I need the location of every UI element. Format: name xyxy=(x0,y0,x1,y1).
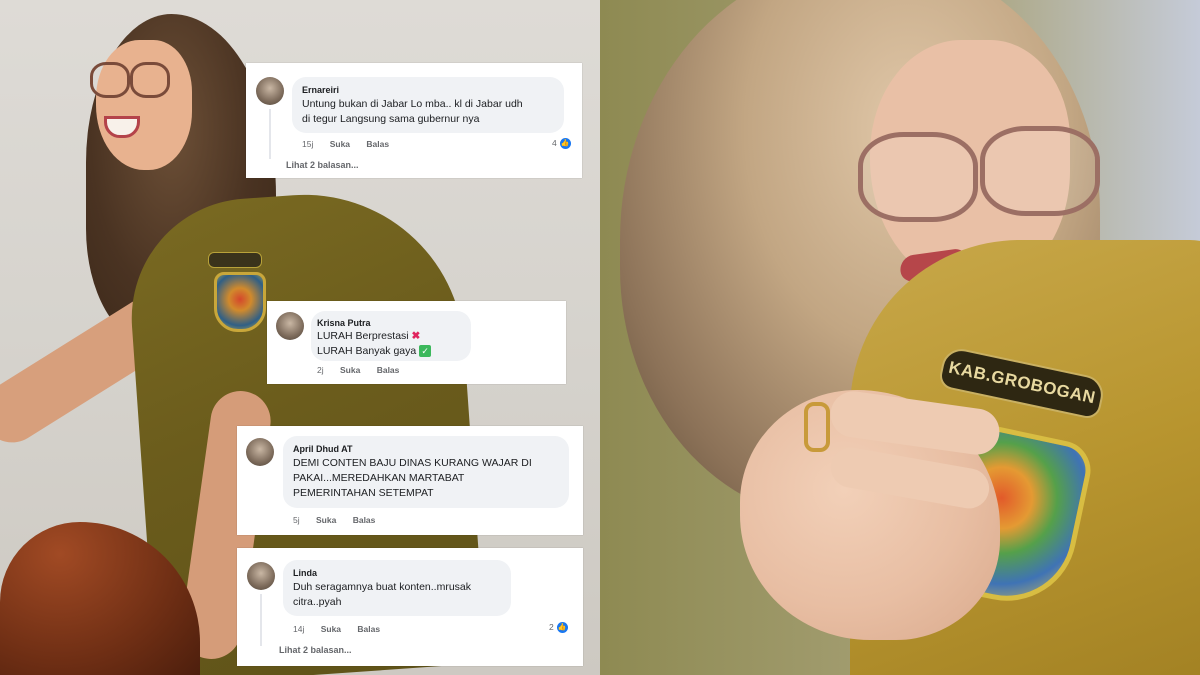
reply-button[interactable]: Balas xyxy=(366,139,389,149)
comment-actions: 5j Suka Balas xyxy=(293,515,389,525)
like-button[interactable]: Suka xyxy=(321,624,341,634)
comment-time: 2j xyxy=(317,365,324,375)
commenter-name[interactable]: April Dhud AT xyxy=(293,444,353,454)
shoulder-tag xyxy=(208,252,262,268)
view-replies-link[interactable]: Lihat 2 balasan... xyxy=(279,645,352,655)
avatar[interactable] xyxy=(247,562,275,590)
comment-text: LURAH Berprestasi ✖ LURAH Banyak gaya ✓ xyxy=(317,329,477,359)
thumbs-up-icon: 👍 xyxy=(556,622,568,634)
reply-button[interactable]: Balas xyxy=(353,515,376,525)
thumbs-up-icon: 👍 xyxy=(559,138,571,150)
commenter-name[interactable]: Ernareiri xyxy=(302,85,339,95)
avatar[interactable] xyxy=(246,438,274,466)
like-count: 2 👍 xyxy=(549,622,568,634)
comment-actions: 15j Suka Balas xyxy=(302,139,403,149)
comment-time: 15j xyxy=(302,139,314,149)
comment-card: Ernareiri Untung bukan di Jabar Lo mba..… xyxy=(246,63,582,178)
emblem-patch xyxy=(214,272,266,332)
commenter-name[interactable]: Krisna Putra xyxy=(317,318,371,328)
comment-text: Duh seragamnya buat konten..mrusak citra… xyxy=(293,581,472,608)
check-mark-icon: ✓ xyxy=(419,345,432,358)
comment-card: April Dhud AT DEMI CONTEN BAJU DINAS KUR… xyxy=(237,426,583,535)
comment-time: 5j xyxy=(293,515,300,525)
right-photo: KAB.GROBOGAN xyxy=(600,0,1200,675)
like-count: 4 👍 xyxy=(552,138,571,150)
face xyxy=(96,40,192,170)
avatar[interactable] xyxy=(256,77,284,105)
comment-card: Linda Duh seragamnya buat konten..mrusak… xyxy=(237,548,583,666)
view-replies-link[interactable]: Lihat 2 balasan... xyxy=(286,160,359,170)
avatar[interactable] xyxy=(276,312,304,340)
cross-mark-icon: ✖ xyxy=(411,330,421,342)
glasses xyxy=(90,62,170,98)
commenter-name[interactable]: Linda xyxy=(293,568,317,578)
gold-ring xyxy=(804,402,830,452)
comment-actions: 14j Suka Balas xyxy=(293,624,394,634)
like-button[interactable]: Suka xyxy=(330,139,350,149)
reply-button[interactable]: Balas xyxy=(357,624,380,634)
comment-time: 14j xyxy=(293,624,305,634)
glasses xyxy=(858,122,1100,232)
comment-actions: 2j Suka Balas xyxy=(317,365,413,375)
reply-button[interactable]: Balas xyxy=(377,365,400,375)
like-button[interactable]: Suka xyxy=(316,515,336,525)
comment-text: Untung bukan di Jabar Lo mba.. kl di Jab… xyxy=(302,98,523,125)
comment-text: DEMI CONTEN BAJU DINAS KURANG WAJAR DI P… xyxy=(293,457,532,499)
like-button[interactable]: Suka xyxy=(340,365,360,375)
comment-card: Krisna Putra LURAH Berprestasi ✖ LURAH B… xyxy=(267,301,566,384)
